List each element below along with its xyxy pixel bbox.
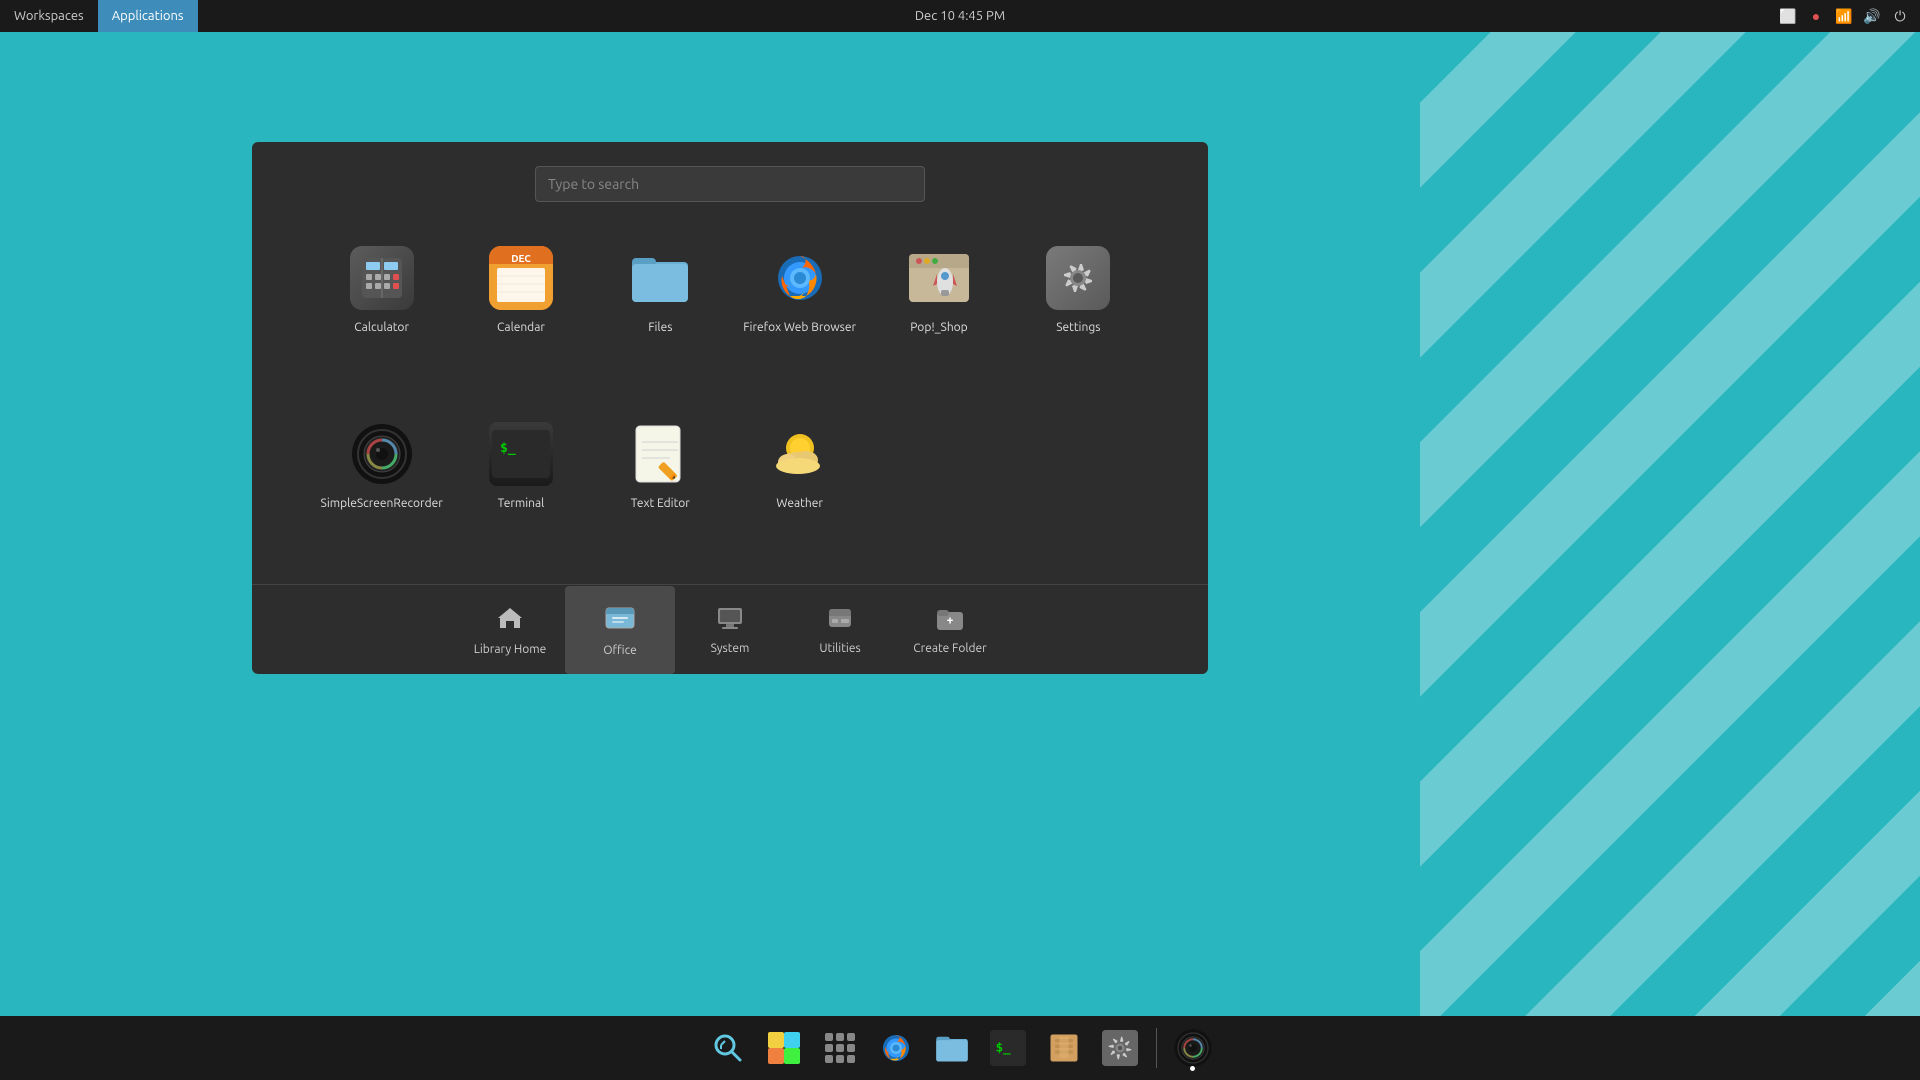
- app-recorder[interactable]: SimpleScreenRecorder: [312, 408, 451, 574]
- office-icon: [604, 602, 636, 638]
- cat-system[interactable]: System: [675, 586, 785, 674]
- recorder-icon: [350, 422, 414, 486]
- taskbar-filemanager[interactable]: [926, 1022, 978, 1074]
- apps-grid: Calculator DEC Calendar: [252, 222, 1208, 584]
- app-launcher: Type to search: [252, 142, 1208, 674]
- weather-icon: [768, 422, 832, 486]
- terminal-label: Terminal: [498, 496, 545, 512]
- recorder-active-dot: [1190, 1066, 1195, 1071]
- calculator-icon: [350, 246, 414, 310]
- app-files[interactable]: Files: [591, 232, 730, 398]
- svg-text:DEC: DEC: [511, 253, 531, 264]
- office-label: Office: [603, 644, 637, 657]
- calendar-icon: DEC: [489, 246, 553, 310]
- category-bar: Library Home Office: [252, 584, 1208, 674]
- firefox-label: Firefox Web Browser: [743, 320, 856, 336]
- taskbar-stickynotes[interactable]: [758, 1022, 810, 1074]
- cat-library-home[interactable]: Library Home: [455, 586, 565, 674]
- settings-label: Settings: [1056, 320, 1100, 336]
- app-popshop[interactable]: Pop!_Shop: [869, 232, 1008, 398]
- taskbar-appgrid[interactable]: [814, 1022, 866, 1074]
- cat-create-folder[interactable]: + Create Folder: [895, 586, 1005, 674]
- cat-utilities[interactable]: Utilities: [785, 586, 895, 674]
- utilities-icon: [826, 604, 854, 636]
- taskbar-divider: [1156, 1028, 1157, 1068]
- cat-office[interactable]: Office: [565, 586, 675, 674]
- app-calculator[interactable]: Calculator: [312, 232, 451, 398]
- taskbar-recorder[interactable]: [1167, 1022, 1219, 1074]
- app-texteditor[interactable]: Text Editor: [591, 408, 730, 574]
- svg-text:+: +: [947, 614, 954, 627]
- recorder-label: SimpleScreenRecorder: [321, 496, 443, 512]
- svg-text:$_: $_: [995, 1040, 1010, 1055]
- screen-icon: ⬜: [1778, 6, 1798, 26]
- app-calendar[interactable]: DEC Calendar: [451, 232, 590, 398]
- search-bar[interactable]: Type to search: [535, 166, 925, 202]
- search-placeholder: Type to search: [548, 176, 639, 192]
- topbar-left: Workspaces Applications: [0, 0, 198, 32]
- utilities-label: Utilities: [819, 642, 860, 655]
- library-home-icon: [496, 604, 524, 637]
- close-icon: ●: [1806, 6, 1826, 26]
- system-icon: [716, 604, 744, 636]
- taskbar: $_: [0, 1016, 1920, 1080]
- system-label: System: [711, 642, 750, 655]
- calendar-label: Calendar: [497, 320, 545, 336]
- taskbar-settings[interactable]: [1094, 1022, 1146, 1074]
- topbar: Workspaces Applications Dec 10 4:45 PM ⬜…: [0, 0, 1920, 32]
- app-weather[interactable]: Weather: [730, 408, 869, 574]
- app-settings[interactable]: Settings: [1009, 232, 1148, 398]
- calculator-label: Calculator: [354, 320, 409, 336]
- app-terminal[interactable]: $_ Terminal: [451, 408, 590, 574]
- taskbar-terminal[interactable]: $_: [982, 1022, 1034, 1074]
- library-home-label: Library Home: [474, 643, 546, 656]
- workspaces-button[interactable]: Workspaces: [0, 0, 98, 32]
- svg-text:$_: $_: [500, 441, 516, 456]
- popshop-label: Pop!_Shop: [910, 320, 967, 336]
- taskbar-archive[interactable]: [1038, 1022, 1090, 1074]
- app-firefox[interactable]: Firefox Web Browser: [730, 232, 869, 398]
- create-folder-icon: +: [935, 604, 965, 636]
- taskbar-search[interactable]: [702, 1022, 754, 1074]
- topbar-datetime: Dec 10 4:45 PM: [915, 9, 1005, 23]
- terminal-icon: $_: [489, 422, 553, 486]
- weather-label: Weather: [776, 496, 822, 512]
- texteditor-label: Text Editor: [631, 496, 690, 512]
- popshop-icon: [907, 246, 971, 310]
- topbar-right: ⬜ ● 📶 🔊 ⏻: [1778, 6, 1910, 26]
- power-icon: ⏻: [1890, 6, 1910, 26]
- files-label: Files: [648, 320, 672, 336]
- wifi-icon: 📶: [1834, 6, 1854, 26]
- files-icon: [628, 246, 692, 310]
- applications-button[interactable]: Applications: [98, 0, 198, 32]
- taskbar-firefox[interactable]: [870, 1022, 922, 1074]
- firefox-icon: [768, 246, 832, 310]
- texteditor-icon: [628, 422, 692, 486]
- create-folder-label: Create Folder: [913, 642, 986, 655]
- volume-icon: 🔊: [1862, 6, 1882, 26]
- settings-icon: [1046, 246, 1110, 310]
